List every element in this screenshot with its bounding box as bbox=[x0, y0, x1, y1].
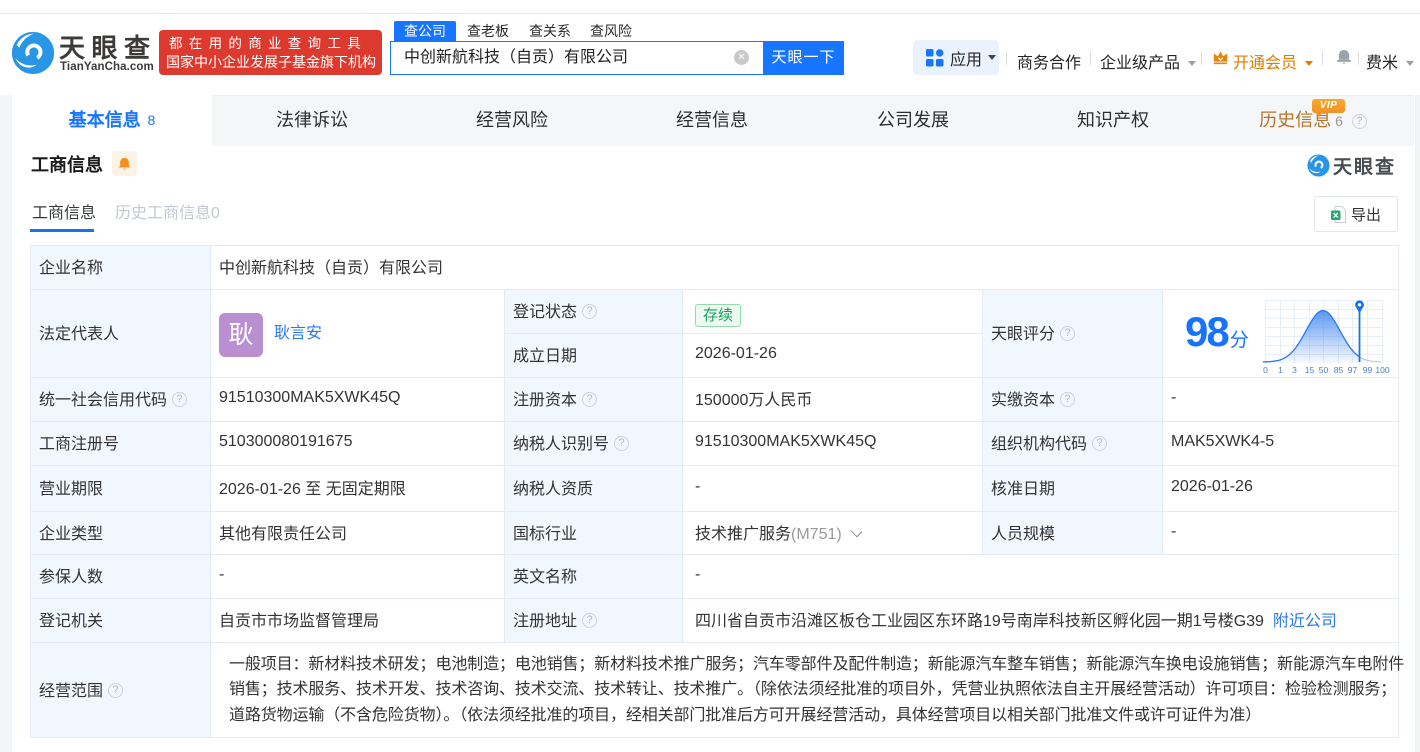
svg-text:99: 99 bbox=[1363, 365, 1373, 375]
svg-text:85: 85 bbox=[1334, 365, 1344, 375]
svg-text:3: 3 bbox=[1292, 365, 1297, 375]
svg-text:0: 0 bbox=[1263, 365, 1268, 375]
svg-text:1: 1 bbox=[1278, 365, 1283, 375]
svg-text:50: 50 bbox=[1319, 365, 1329, 375]
svg-text:100: 100 bbox=[1375, 365, 1389, 375]
svg-text:15: 15 bbox=[1305, 365, 1315, 375]
svg-text:97: 97 bbox=[1348, 365, 1358, 375]
